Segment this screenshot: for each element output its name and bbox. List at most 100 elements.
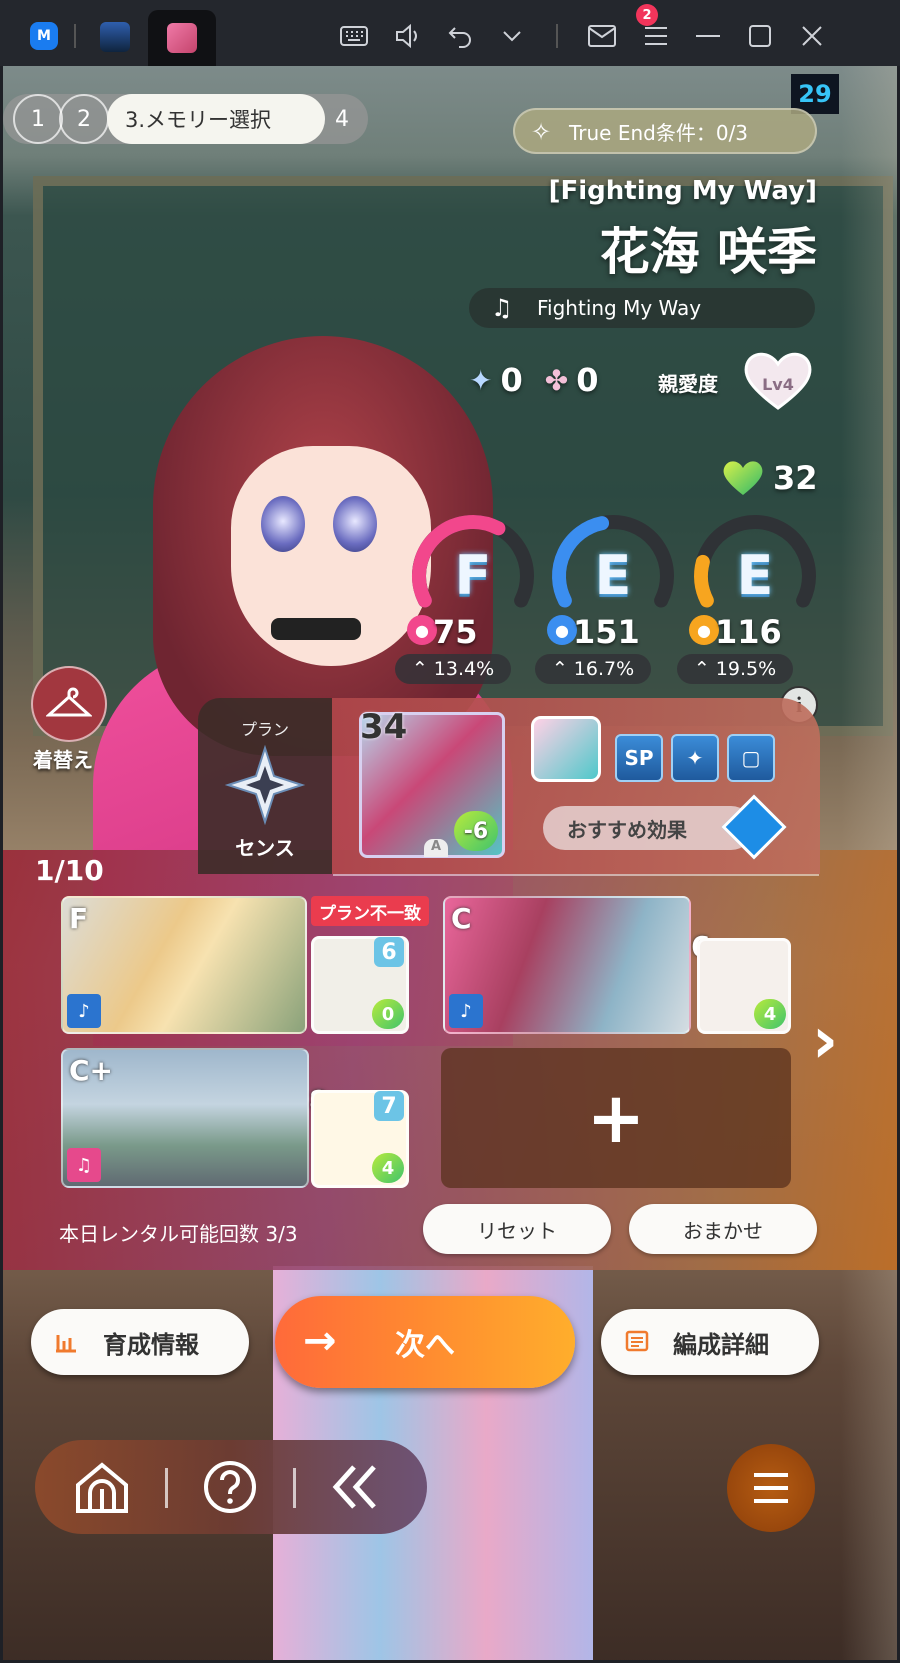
menu-button[interactable] [727, 1444, 815, 1532]
next-button[interactable]: → 次へ [275, 1296, 575, 1388]
plan-type: センス [235, 836, 295, 860]
stat-value: 75 [433, 613, 478, 651]
stat-bonus-percent: ⌃ 16.7% [535, 654, 651, 684]
card-copy-icon[interactable]: ▢ [727, 734, 775, 782]
dance-icon: ♪ [449, 994, 483, 1028]
step-current: 3.メモリー選択 [107, 94, 325, 144]
change-outfit-button[interactable] [31, 666, 107, 742]
plan-tab[interactable]: プラン センス [198, 698, 332, 874]
memory-rank: A [424, 839, 448, 857]
close-icon[interactable] [796, 20, 828, 52]
skill-card-number: 7 [374, 1091, 404, 1121]
maximize-icon[interactable] [744, 20, 776, 52]
add-support-slot[interactable]: + [441, 1048, 791, 1188]
change-outfit-label: 着替え [33, 748, 93, 772]
toolbar-divider [556, 24, 558, 48]
stat-grade: E [736, 544, 774, 607]
music-note-icon: ♫ [491, 294, 513, 322]
plan-label: プラン [240, 720, 289, 739]
affinity-label: 親愛度 [658, 372, 718, 396]
game-tab-icon [167, 23, 197, 53]
nav-divider [165, 1468, 168, 1508]
skill-card-cost: 0 [372, 999, 404, 1029]
back-double-chevron-icon[interactable] [323, 1454, 389, 1520]
training-info-button[interactable]: 育成情報 [31, 1309, 249, 1375]
support-skill-card-3[interactable]: 7 4 [311, 1090, 409, 1188]
training-info-label: 育成情報 [103, 1330, 199, 1359]
sparkle-icon: ✧ [531, 118, 552, 146]
card-rank: C+ [69, 1054, 114, 1087]
keyboard-icon[interactable] [338, 20, 370, 52]
mic-icon: ♫ [67, 1148, 101, 1182]
skill-card-cost: 4 [754, 999, 786, 1029]
enhance-card-icon[interactable]: ✦ [671, 734, 719, 782]
support-card-1[interactable]: F ♪ [61, 896, 307, 1034]
memory-level: 34 [360, 707, 408, 747]
tab-game[interactable] [148, 10, 216, 66]
panel-divider [333, 874, 819, 876]
undo-icon[interactable] [444, 20, 476, 52]
app-logo[interactable]: M [30, 22, 58, 50]
home-icon[interactable] [69, 1454, 135, 1520]
chevron-down-icon[interactable] [496, 20, 528, 52]
formation-detail-button[interactable]: 編成詳細 [601, 1309, 819, 1375]
reset-button[interactable]: リセット [423, 1204, 611, 1254]
chevron-right-icon[interactable]: › [797, 1004, 853, 1078]
tab-launcher[interactable] [100, 22, 130, 52]
bar-chart-icon [55, 1329, 81, 1355]
tab-divider [74, 24, 76, 48]
mail-icon[interactable] [586, 20, 618, 52]
memory-skill-card[interactable] [531, 716, 601, 782]
hanger-icon [46, 687, 92, 717]
plan-mismatch-badge: プラン不一致 [311, 896, 429, 926]
support-skill-card-2[interactable]: 4 [697, 938, 791, 1034]
stat-grade: E [594, 544, 632, 607]
skill-card-cost: 4 [372, 1153, 404, 1183]
true-end-label: True End条件：0/3 [569, 120, 749, 145]
sparkle-icon: ✦ [469, 363, 493, 397]
step-1: 1 [13, 94, 63, 144]
support-card-3[interactable]: C+ ♫ [61, 1048, 309, 1188]
page-indicator: 1/10 [35, 854, 104, 887]
auto-select-button[interactable]: おまかせ [629, 1204, 817, 1254]
stat-value: 116 [715, 613, 782, 651]
hamburger-icon[interactable] [640, 20, 672, 52]
idol-right-eye [333, 496, 377, 552]
support-card-2[interactable]: C ♪ [443, 896, 691, 1034]
clover-count: 0 [576, 361, 599, 399]
hamburger-icon [754, 1473, 788, 1503]
stat-bonus-percent: ⌃ 13.4% [395, 654, 511, 684]
minimize-icon[interactable] [692, 20, 724, 52]
game-screen: 1 2 3.メモリー選択 4 29 ✧ True End条件：0/3 [Figh… [3, 66, 897, 1660]
step-4: 4 [335, 106, 349, 132]
affinity-level: Lv4 [762, 375, 794, 394]
idol-name: 花海 咲季 [599, 223, 817, 281]
stat-gauge-vocal[interactable]: F ● 75 ⌃ 13.4% [395, 510, 539, 684]
sparkle-count: 0 [500, 361, 523, 399]
support-skill-card-1[interactable]: 6 0 [311, 936, 409, 1034]
help-icon[interactable] [197, 1454, 263, 1520]
hp-value: 32 [773, 459, 818, 497]
true-end-button[interactable]: ✧ True End条件：0/3 [513, 108, 817, 154]
dance-icon: ♪ [67, 994, 101, 1028]
stat-gauge-visual[interactable]: E ● 116 ⌃ 19.5% [677, 510, 821, 684]
stat-bonus-percent: ⌃ 19.5% [677, 654, 793, 684]
list-icon [625, 1329, 651, 1355]
memory-card[interactable]: 34 -6 A [359, 707, 505, 858]
card-rank: C [451, 902, 472, 935]
stat-value: 151 [573, 613, 640, 651]
hp-display: 32 [721, 458, 818, 498]
idol-card-title: [Fighting My Way] [548, 176, 817, 206]
idol-left-eye [261, 496, 305, 552]
app-window: M 2 1 2 3.メモリー選択 4 29 ✧ True End条件：0/3 [… [0, 0, 900, 1663]
step-2: 2 [59, 94, 109, 144]
sp-badge[interactable]: SP [615, 734, 663, 782]
formation-detail-label: 編成詳細 [673, 1330, 769, 1359]
nav-divider [293, 1468, 296, 1508]
skill-card-number: 6 [374, 937, 404, 967]
stat-gauge-dance[interactable]: E ● 151 ⌃ 16.7% [535, 510, 679, 684]
song-label: ♫ Fighting My Way [469, 288, 815, 328]
volume-icon[interactable] [392, 20, 424, 52]
heart-icon [723, 461, 763, 495]
arrow-right-icon: → [303, 1318, 337, 1364]
